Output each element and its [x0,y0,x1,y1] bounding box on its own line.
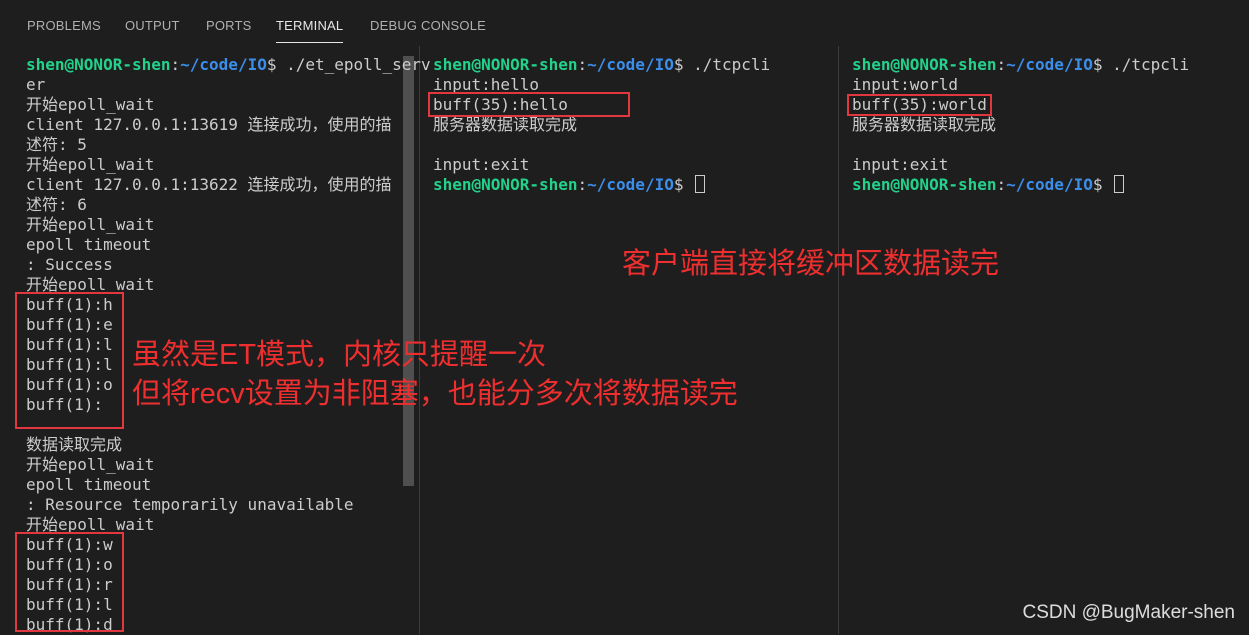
output-line: 述符: 6 [26,195,87,214]
prompt-line: shen@NONOR-shen:~/code/IO$ ./et_epoll_se… [26,55,431,74]
tab-problems[interactable]: PROBLEMS [27,18,101,33]
output-line: client 127.0.0.1:13619 连接成功，使用的描 [26,115,392,134]
output-line: : Resource temporarily unavailable [26,495,354,514]
output-line: input:exit [433,155,530,174]
cursor-icon [695,175,706,193]
panel-tab-bar: PROBLEMS OUTPUT PORTS TERMINAL DEBUG CON… [0,6,1249,46]
output-line: 述符: 5 [26,135,87,154]
prompt-line: shen@NONOR-shen:~/code/IO$ ./tcpcli [852,55,1190,74]
cursor-icon [1114,175,1125,193]
output-line: epoll timeout [26,235,152,254]
highlight-box-world-bytes [15,532,124,632]
terminal-pane-client-2[interactable]: shen@NONOR-shen:~/code/IO$ ./tcpcli inpu… [852,55,1242,634]
output-line: 服务器数据读取完成 [852,115,997,134]
highlight-box-hello-bytes [15,292,124,429]
annotation-client: 客户端直接将缓冲区数据读完 [622,248,1000,280]
output-line: client 127.0.0.1:13622 连接成功，使用的描 [26,175,392,194]
prompt-line: shen@NONOR-shen:~/code/IO$ ./tcpcli [433,55,771,74]
split-divider-2[interactable] [838,46,839,634]
output-line: 服务器数据读取完成 [433,115,578,134]
tab-ports[interactable]: PORTS [206,18,252,33]
output-line: 开始epoll_wait [26,215,155,234]
output-line: input:exit [852,155,949,174]
highlight-box-client1-buff [428,92,630,117]
tab-output[interactable]: OUTPUT [125,18,180,33]
output-line: 数据读取完成 [26,435,123,454]
tab-terminal[interactable]: TERMINAL [276,18,344,43]
output-line: 开始epoll_wait [26,95,155,114]
annotation-server-line2: 但将recv设置为非阻塞，也能分多次将数据读完 [132,378,738,410]
output-line: : Success [26,255,113,274]
prompt-line: shen@NONOR-shen:~/code/IO$ [852,175,1125,195]
annotation-server-line1: 虽然是ET模式，内核只提醒一次 [132,339,547,371]
output-line: epoll timeout [26,475,152,494]
highlight-box-client2-buff [847,94,992,116]
watermark: CSDN @BugMaker-shen [1022,602,1235,623]
output-line: input:world [852,75,958,94]
prompt-line: shen@NONOR-shen:~/code/IO$ [433,175,706,195]
output-line: 开始epoll_wait [26,455,155,474]
command-wrap: er [26,75,46,94]
tab-debug-console[interactable]: DEBUG CONSOLE [370,18,486,33]
output-line: 开始epoll_wait [26,155,155,174]
